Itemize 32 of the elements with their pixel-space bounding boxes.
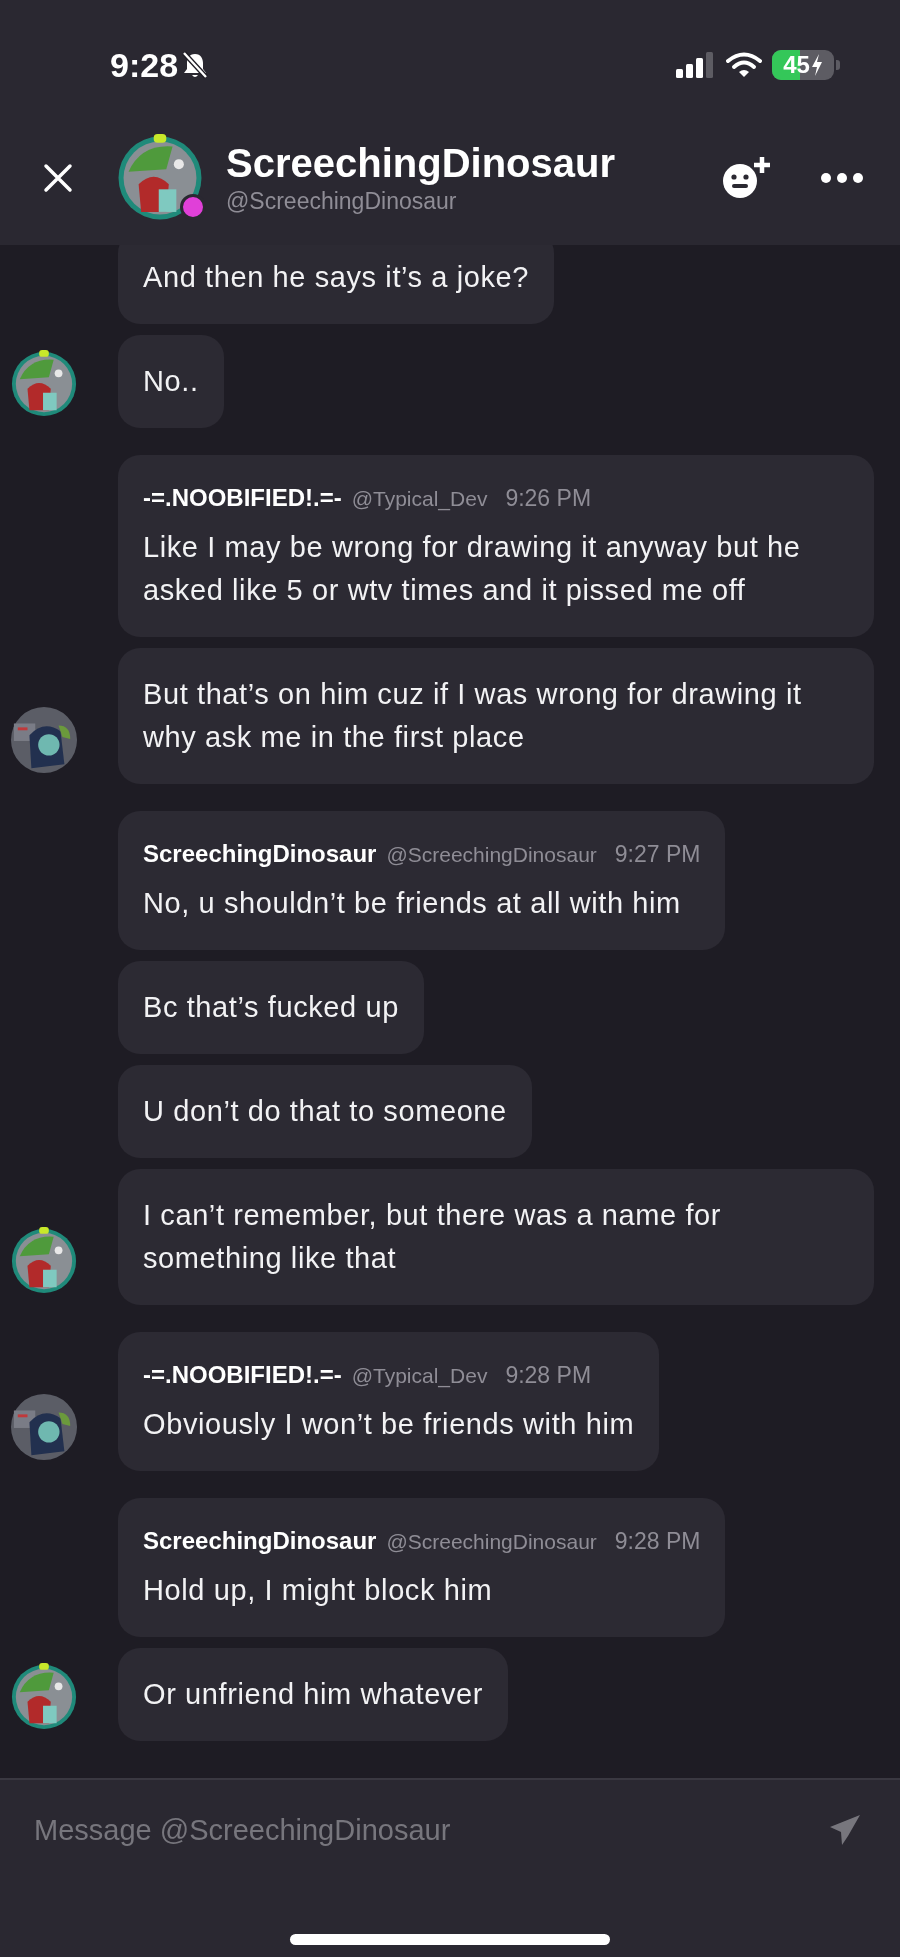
- author-name: ScreechingDinosaur: [143, 840, 377, 868]
- message-text: But that’s on him cuz if I was wrong for drawing it why ask me in the first place: [143, 677, 803, 755]
- message-text: Like I may be wrong for drawing it anyway but he asked like 5 or wtv times and it pissed me off: [143, 530, 802, 608]
- send-icon: [828, 1813, 862, 1847]
- user-name: ScreechingDinosaur: [226, 140, 616, 186]
- author-name: -=.NOOBIFIED!.=-: [143, 1361, 342, 1389]
- battery-percent: 45: [783, 51, 810, 79]
- message-time: 9:27 PM: [614, 841, 701, 868]
- author-handle: @Typical_Dev: [351, 487, 488, 511]
- wifi-icon: [726, 52, 762, 78]
- message-text: Hold up, I might block him: [143, 1573, 494, 1608]
- author-handle: @ScreechingDinosaur: [386, 843, 597, 867]
- message-field[interactable]: Message @ScreechingDinosaur: [0, 1780, 790, 1880]
- message-text: I can’t remember, but there was a name for something like that: [143, 1198, 723, 1276]
- clock-time: 9:28: [110, 45, 179, 85]
- message-text: And then he says it’s a joke?: [143, 260, 530, 295]
- message-time: 9:28 PM: [505, 1362, 592, 1389]
- message-text: No..: [143, 364, 199, 399]
- author-name: ScreechingDinosaur: [143, 1527, 377, 1555]
- more-icon: [820, 171, 864, 184]
- signal-icon: [676, 52, 716, 78]
- user-handle: @ScreechingDinosaur: [226, 187, 458, 215]
- author-handle: @ScreechingDinosaur: [386, 1530, 597, 1554]
- message-text: Obviously I won’t be friends with him: [143, 1407, 635, 1442]
- author-name: -=.NOOBIFIED!.=-: [143, 484, 342, 512]
- message-time: 9:28 PM: [614, 1528, 701, 1555]
- message-text: Or unfriend him whatever: [143, 1677, 483, 1712]
- message-text: U don’t do that to someone: [143, 1094, 507, 1129]
- message-text: No, u shouldn’t be friends at all with him: [143, 886, 682, 921]
- message-time: 9:26 PM: [505, 485, 592, 512]
- author-handle: @Typical_Dev: [351, 1364, 488, 1388]
- message-text: Bc that’s fucked up: [143, 990, 399, 1025]
